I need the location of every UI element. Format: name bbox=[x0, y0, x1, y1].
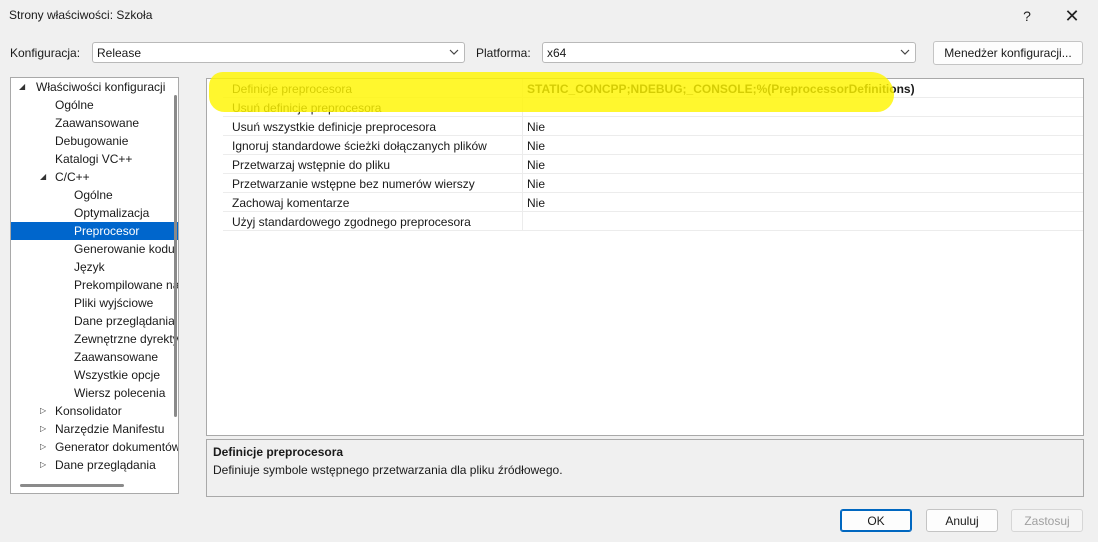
expand-arrow-icon[interactable]: ▷ bbox=[40, 456, 50, 474]
tree-item-debugging[interactable]: Debugowanie bbox=[55, 132, 128, 150]
tree-item-browse-info-2[interactable]: Dane przeglądania bbox=[55, 456, 156, 474]
expand-arrow-icon[interactable]: ◢ bbox=[40, 168, 50, 186]
help-icon[interactable]: ? bbox=[1007, 0, 1047, 32]
property-name: Usuń definicje preprocesora bbox=[232, 101, 382, 115]
chevron-down-icon bbox=[900, 49, 910, 55]
close-icon[interactable]: ✕ bbox=[1052, 0, 1092, 32]
tree-item-cpp[interactable]: C/C++ bbox=[55, 168, 90, 186]
tree-item-config-properties[interactable]: Właściwości konfiguracji bbox=[36, 78, 165, 96]
chevron-down-icon bbox=[449, 49, 459, 55]
property-value[interactable]: Nie bbox=[527, 177, 545, 191]
config-manager-button[interactable]: Menedżer konfiguracji... bbox=[933, 41, 1083, 65]
window-title: Strony właściwości: Szkoła bbox=[9, 8, 153, 22]
tree-item-output-files[interactable]: Pliki wyjściowe bbox=[74, 294, 153, 312]
property-row[interactable]: Użyj standardowego zgodnego preprocesora bbox=[207, 212, 1083, 231]
tree-item-optimization[interactable]: Optymalizacja bbox=[74, 204, 149, 222]
property-grid: Definicje preprocesora STATIC_CONCPP;NDEB… bbox=[206, 78, 1084, 436]
property-value[interactable]: Nie bbox=[527, 196, 545, 210]
property-value[interactable]: Nie bbox=[527, 158, 545, 172]
property-row[interactable]: Usuń definicje preprocesora bbox=[207, 98, 1083, 117]
tree-item-xml-doc-generator[interactable]: Generator dokumentów bbox=[55, 438, 178, 456]
config-label: Konfiguracja: bbox=[10, 46, 81, 60]
property-row[interactable]: Przetwarzaj wstępnie do pliku Nie bbox=[207, 155, 1083, 174]
expand-arrow-icon[interactable]: ▷ bbox=[40, 402, 50, 420]
apply-button[interactable]: Zastosuj bbox=[1011, 509, 1083, 532]
tree-item-external-includes[interactable]: Zewnętrzne dyrekty bbox=[74, 330, 178, 348]
platform-label: Platforma: bbox=[476, 46, 531, 60]
tree-item-general[interactable]: Ogólne bbox=[55, 96, 94, 114]
tree-item-language[interactable]: Język bbox=[74, 258, 105, 276]
tree-item-advanced[interactable]: Zaawansowane bbox=[55, 114, 139, 132]
platform-value: x64 bbox=[547, 46, 567, 60]
property-row[interactable]: Definicje preprocesora STATIC_CONCPP;NDEB… bbox=[207, 79, 1083, 98]
property-row[interactable]: Usuń wszystkie definicje preprocesora Nie bbox=[207, 117, 1083, 136]
ok-button[interactable]: OK bbox=[840, 509, 912, 532]
property-tree[interactable]: ◢ Właściwości konfiguracji Ogólne Zaawans… bbox=[10, 77, 179, 494]
tree-item-preprocessor[interactable]: Preprocesor bbox=[74, 222, 139, 240]
expand-arrow-icon[interactable]: ◢ bbox=[19, 78, 29, 96]
expand-arrow-icon[interactable]: ▷ bbox=[40, 438, 50, 456]
tree-item-all-options[interactable]: Wszystkie opcje bbox=[74, 366, 160, 384]
tree-item-linker[interactable]: Konsolidator bbox=[55, 402, 122, 420]
property-name: Definicje preprocesora bbox=[232, 82, 353, 96]
title-bar: Strony właściwości: Szkoła ? ✕ bbox=[0, 0, 1098, 32]
tree-item-precompiled-headers[interactable]: Prekompilowane na bbox=[74, 276, 178, 294]
tree-item-vc-directories[interactable]: Katalogi VC++ bbox=[55, 150, 132, 168]
tree-item-code-generation[interactable]: Generowanie kodu bbox=[74, 240, 175, 258]
description-title: Definicje preprocesora bbox=[213, 445, 344, 459]
property-value[interactable]: Nie bbox=[527, 139, 545, 153]
description-text: Definiuje symbole wstępnego przetwarzani… bbox=[213, 463, 563, 477]
property-row[interactable]: Ignoruj standardowe ścieżki dołączanych … bbox=[207, 136, 1083, 155]
tree-item-browse-info[interactable]: Dane przeglądania bbox=[74, 312, 175, 330]
property-name: Przetwarzanie wstępne bez numerów wiersz… bbox=[232, 177, 475, 191]
property-row[interactable]: Przetwarzanie wstępne bez numerów wiersz… bbox=[207, 174, 1083, 193]
property-name: Przetwarzaj wstępnie do pliku bbox=[232, 158, 391, 172]
property-name: Ignoruj standardowe ścieżki dołączanych … bbox=[232, 139, 487, 153]
platform-select[interactable]: x64 bbox=[542, 42, 916, 63]
tree-item-cpp-general[interactable]: Ogólne bbox=[74, 186, 113, 204]
property-name: Usuń wszystkie definicje preprocesora bbox=[232, 120, 437, 134]
config-value: Release bbox=[97, 46, 142, 60]
cancel-button[interactable]: Anuluj bbox=[926, 509, 998, 532]
tree-item-cpp-advanced[interactable]: Zaawansowane bbox=[74, 348, 158, 366]
config-select[interactable]: Release bbox=[92, 42, 465, 63]
expand-arrow-icon[interactable]: ▷ bbox=[40, 420, 50, 438]
property-value[interactable]: STATIC_CONCPP;NDEBUG;_CONSOLE;%(Preproce… bbox=[527, 82, 915, 96]
tree-horizontal-scrollbar[interactable] bbox=[20, 484, 124, 487]
property-name: Zachowaj komentarze bbox=[232, 196, 350, 210]
property-name: Użyj standardowego zgodnego preprocesora bbox=[232, 215, 471, 229]
description-panel: Definicje preprocesora Definiuje symbole… bbox=[206, 439, 1084, 497]
tree-item-command-line[interactable]: Wiersz polecenia bbox=[74, 384, 165, 402]
property-value[interactable]: Nie bbox=[527, 120, 545, 134]
property-row[interactable]: Zachowaj komentarze Nie bbox=[207, 193, 1083, 212]
tree-vertical-scrollbar[interactable] bbox=[174, 95, 177, 417]
tree-item-manifest-tool[interactable]: Narzędzie Manifestu bbox=[55, 420, 164, 438]
